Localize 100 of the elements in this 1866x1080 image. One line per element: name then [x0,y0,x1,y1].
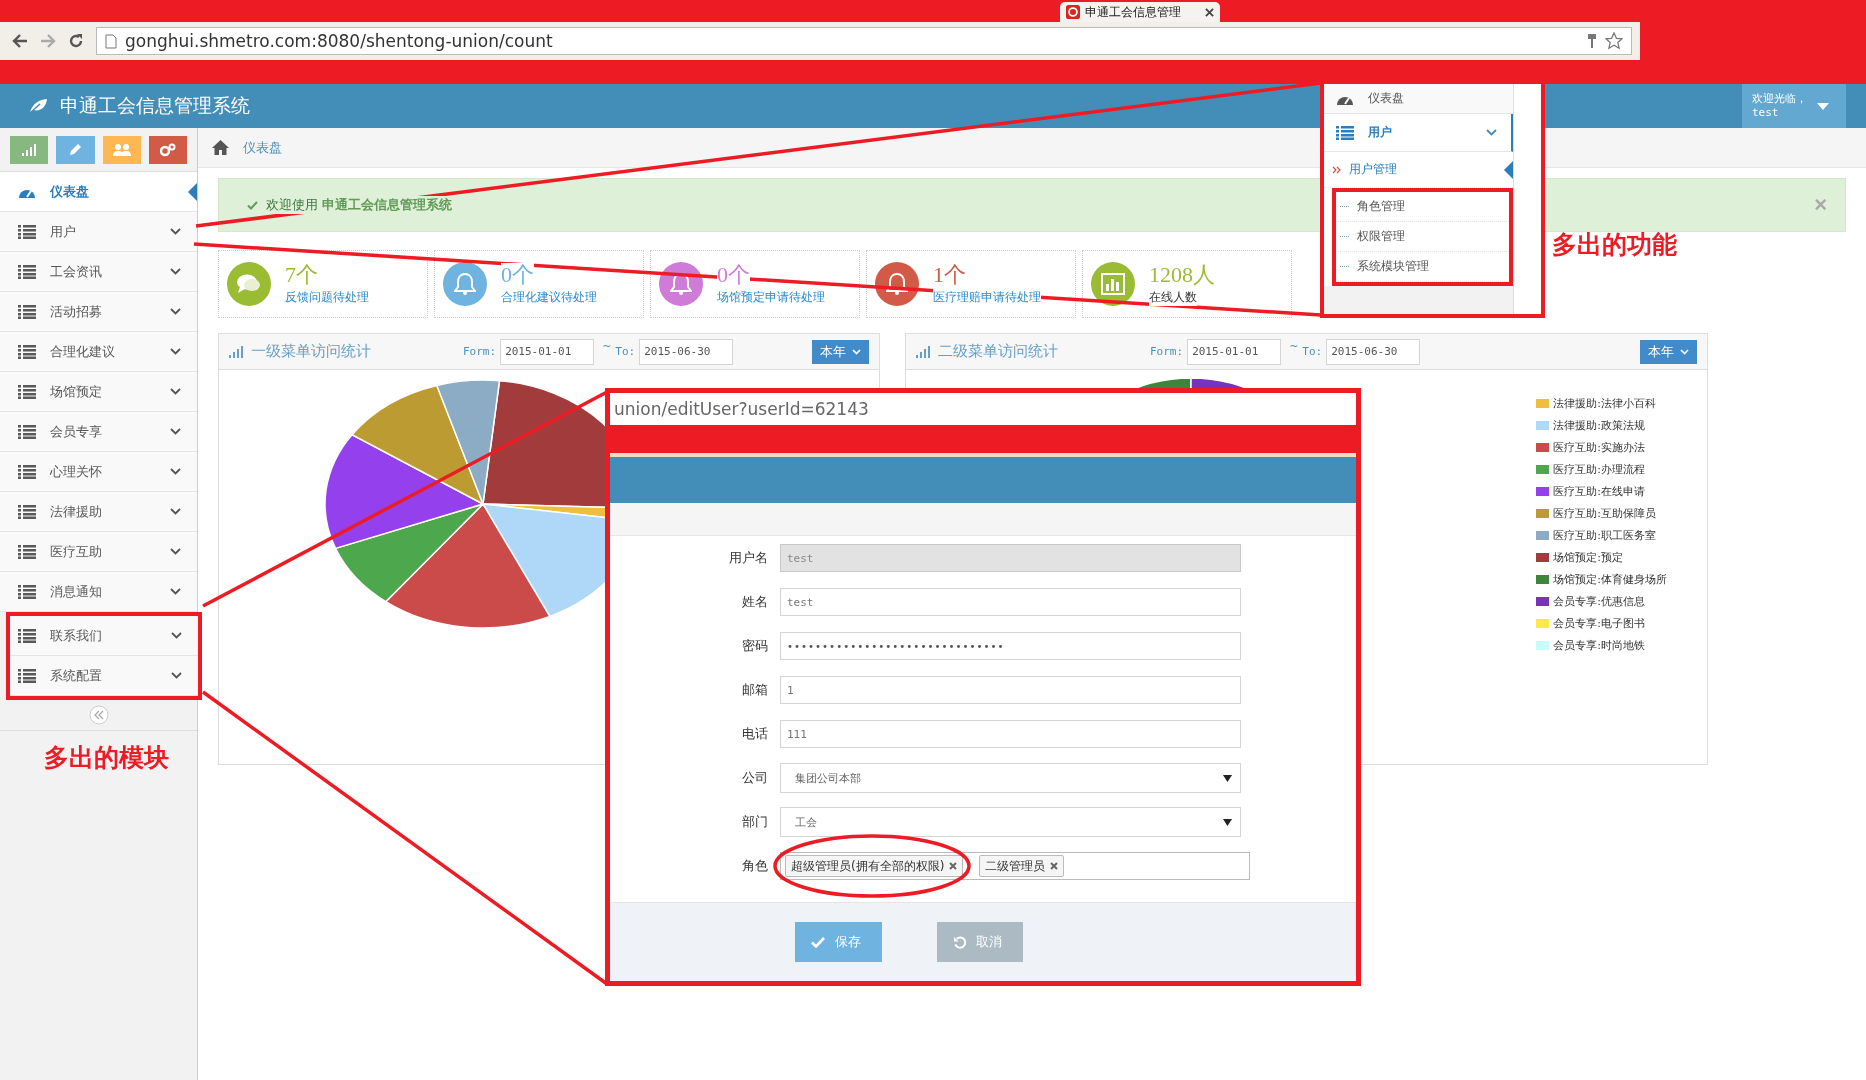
remove-icon[interactable] [949,862,958,870]
date-label: Form: [463,345,497,358]
legend-label: 医疗互助:办理流程 [1553,461,1645,477]
submenu-item[interactable]: 系统模块管理 [1336,252,1509,282]
list-icon [18,304,36,319]
signal-bars-icon [22,143,37,156]
date-field[interactable]: 2015-01-01 [1187,338,1282,365]
shortcut-button[interactable] [10,135,49,164]
list-icon [18,628,36,643]
list-icon [18,544,36,559]
submenu-item[interactable]: 角色管理 [1336,192,1509,222]
submenu-item[interactable]: 权限管理 [1336,222,1509,252]
legend-label: 医疗互助:职工医务室 [1553,527,1656,543]
sidebar-item[interactable]: 仪表盘 [0,172,197,212]
chevron-down-icon [170,428,181,435]
check-icon [811,936,825,948]
sidebar-item[interactable]: 合理化建议 [0,332,197,372]
panel-title: 一级菜单访问统计 [251,342,371,361]
leaf-icon [28,98,48,114]
text-field[interactable]: 1 [780,676,1241,704]
stat-value: 7个 [285,262,318,287]
chevron-down-icon [170,388,181,395]
range-dropdown[interactable]: 本年 [1640,339,1697,364]
field-label: 用户名 [728,549,769,567]
browser-tab[interactable]: 申通工会信息管理 [1060,2,1220,22]
field-label: 部门 [741,813,769,831]
select-field[interactable]: 集团公司本部 [780,763,1241,793]
chevron-down-icon [170,308,181,315]
sidebar-item[interactable]: 工会资讯 [0,252,197,292]
stat-value: 1208人 [1149,262,1215,287]
collapse-button[interactable] [88,705,109,725]
chevron-down-icon [170,508,181,515]
date-label: To: [615,345,636,358]
remove-icon[interactable] [1050,862,1059,870]
list-icon [18,264,36,279]
back-icon[interactable] [12,34,28,48]
legend-label: 会员专享:优惠信息 [1553,593,1645,609]
address-bar[interactable]: gonghui.shmetro.com:8080/shentong-union/count [96,27,1632,55]
sidebar-item[interactable]: 系统配置 [10,656,198,696]
sidebar-item[interactable]: 用户 [0,212,197,252]
sidebar-item[interactable]: 消息通知 [0,572,197,612]
caret-icon [1817,102,1829,110]
stat-link[interactable]: 场馆预定申请待处理 [717,288,825,306]
panel-title: 二级菜单访问统计 [938,342,1058,361]
caret-icon [1223,774,1232,782]
reload-icon[interactable] [68,33,84,49]
stat-link[interactable]: 合理化建议待处理 [501,288,597,306]
sidebar-item[interactable]: 活动招募 [0,292,197,332]
annotation-label: 多出的模块 [43,742,170,774]
text-field[interactable]: test [780,588,1241,616]
sidebar-item[interactable]: 法律援助 [0,492,197,532]
password-field[interactable]: ••••••••••••••••••••••••••••••• [780,632,1241,660]
field-label: 角色 [741,857,769,875]
key-icon[interactable] [1587,33,1597,49]
field-label: 邮箱 [741,681,769,699]
role-tag[interactable]: 超级管理员(拥有全部的权限) [785,855,964,877]
star-icon[interactable] [1605,32,1623,50]
sidebar-item[interactable]: 场馆预定 [0,372,197,412]
chevron-down-icon [1680,348,1689,355]
shortcut-button[interactable] [56,135,95,164]
field-label: 电话 [741,725,769,743]
date-field[interactable]: 2015-06-30 [1326,338,1421,365]
sidebar-item[interactable]: 医疗互助 [0,532,197,572]
sidebar-item[interactable]: 会员专享 [0,412,197,452]
chevron-down-icon [1486,127,1497,138]
date-field[interactable]: 2015-01-01 [500,338,595,365]
field-label: 姓名 [741,593,769,611]
list-icon [18,504,36,519]
range-dropdown[interactable]: 本年 [812,339,869,364]
chevron-down-icon [170,348,181,355]
date-field[interactable]: 2015-06-30 [639,338,734,365]
sidebar-item[interactable]: 联系我们 [10,616,198,656]
address-bar[interactable]: union/editUser?userId=62143 [610,393,1356,425]
stat-link[interactable]: 医疗理赔申请待处理 [933,288,1041,306]
shortcut-button[interactable] [148,135,187,164]
select-field[interactable]: 工会 [780,807,1241,837]
check-icon [247,200,258,210]
close-icon[interactable] [1205,7,1214,17]
logo-icon [1066,5,1080,19]
chevron-down-icon [852,348,861,355]
role-tag[interactable]: 二级管理员 [979,855,1065,877]
submenu-item[interactable]: 用户管理 [1324,152,1513,188]
legend-label: 场馆预定:预定 [1553,549,1623,565]
text-field[interactable]: 111 [780,720,1241,748]
chevron-down-icon [170,268,181,275]
sidebar-item[interactable]: 仪表盘 [1324,84,1513,114]
stat-link[interactable]: 反馈问题待处理 [285,288,369,306]
sidebar-item[interactable]: 心理关怀 [0,452,197,492]
stat-value: 0个 [717,262,750,287]
list-icon [1336,125,1354,140]
chevron-down-icon [170,548,181,555]
home-icon[interactable] [212,140,229,155]
legend-label: 医疗互助:互助保障员 [1553,505,1656,521]
sidebar-item[interactable]: 用户 [1324,114,1513,152]
tag-field[interactable]: 超级管理员(拥有全部的权限) 二级管理员 [780,852,1250,880]
legend-label: 场馆预定:体育健身场所 [1553,571,1667,587]
app-title: 申通工会信息管理系统 [60,93,250,118]
field-label: 密码 [741,637,769,655]
chevron-down-icon [171,672,182,679]
chevron-down-icon [170,588,181,595]
